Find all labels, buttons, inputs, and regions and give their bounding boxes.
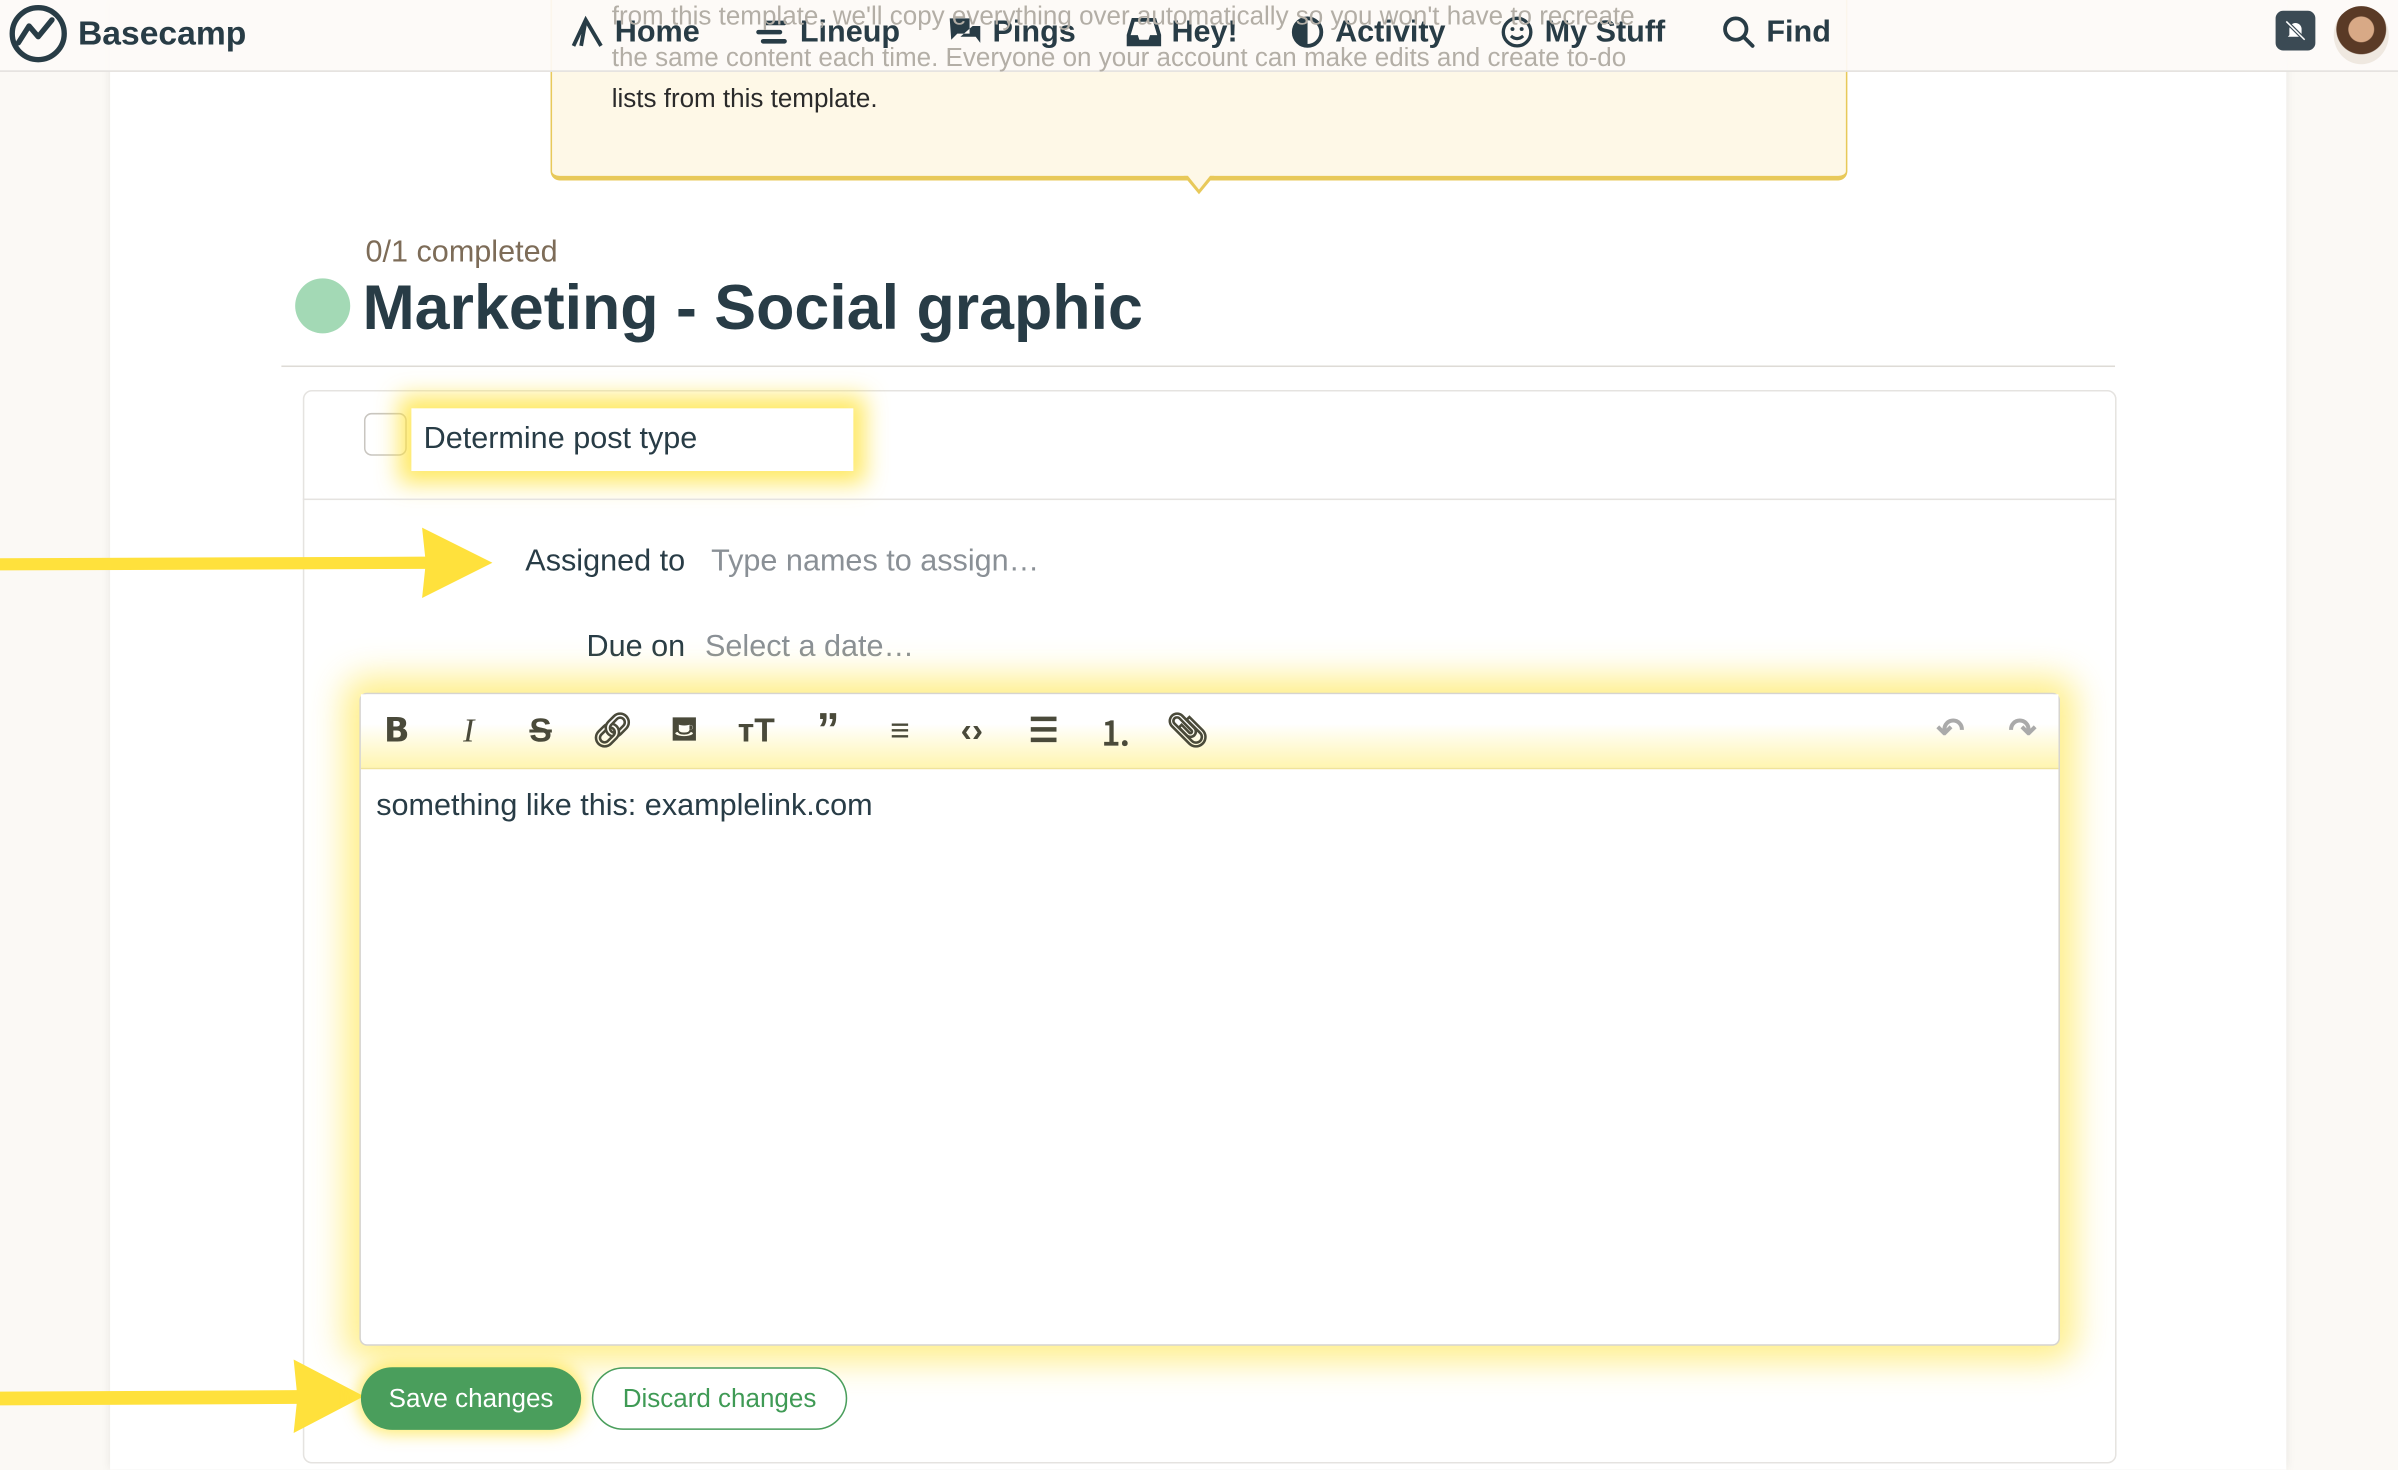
bold-button[interactable]: 𝗕: [361, 694, 433, 767]
avatar[interactable]: [2333, 6, 2389, 65]
nav-label: Hey!: [1171, 14, 1238, 49]
nav-label: Find: [1766, 14, 1831, 49]
activity-icon: [1291, 16, 1324, 48]
highlight-button[interactable]: ⛾: [648, 694, 720, 767]
heading-icon: ᴛT: [737, 711, 775, 750]
numbered-list-button[interactable]: ⒈: [1080, 694, 1152, 767]
divider-button[interactable]: ≡: [864, 694, 936, 767]
redo-button[interactable]: ↷: [1987, 694, 2059, 767]
bell-off-icon: [2284, 20, 2307, 42]
attach-button[interactable]: 📎︎: [1152, 694, 1224, 767]
link-button[interactable]: 🔗︎: [577, 694, 649, 767]
notifications-off-button[interactable]: [2275, 10, 2316, 51]
nav-lineup[interactable]: Lineup: [754, 14, 900, 51]
basecamp-logo-icon: [9, 4, 67, 63]
nav-label: My Stuff: [1544, 14, 1666, 49]
redo-icon: ↷: [2008, 711, 2037, 750]
quote-icon: ”: [816, 705, 840, 756]
assignee-input[interactable]: Type names to assign…: [711, 544, 1039, 579]
pings-icon: [949, 18, 981, 43]
divider: [302, 498, 2117, 501]
search-icon: [1723, 16, 1755, 48]
horizontal-rule-icon: ≡: [890, 711, 910, 750]
strikethrough-icon: S: [529, 711, 552, 750]
todo-checkbox[interactable]: [363, 412, 407, 456]
code-button[interactable]: ‹›: [936, 694, 1008, 767]
nav-pings[interactable]: Pings: [947, 14, 1076, 51]
progress-text: 0/1 completed: [365, 235, 558, 270]
heading-button[interactable]: ᴛT: [720, 694, 792, 767]
editor-toolbar: 𝗕 I S 🔗︎ ⛾ ᴛT ” ≡ ‹› ☰ ⒈ 📎︎ ↶ ↷: [360, 694, 2059, 770]
annotation-arrow: [0, 1359, 364, 1433]
save-changes-button[interactable]: Save changes: [360, 1367, 582, 1430]
italic-button[interactable]: I: [433, 694, 505, 767]
basecamp-logo[interactable]: Basecamp: [8, 3, 247, 64]
quote-button[interactable]: ”: [792, 694, 864, 767]
nav-find[interactable]: Find: [1720, 14, 1831, 51]
bullet-list-button[interactable]: ☰: [1008, 694, 1080, 767]
nav-home[interactable]: Home: [569, 14, 700, 51]
nav-activity[interactable]: Activity: [1289, 14, 1446, 51]
notes-content[interactable]: something like this: examplelink.com: [376, 789, 872, 824]
numbered-list-icon: ⒈: [1098, 714, 1133, 753]
hey-icon: [1126, 17, 1162, 47]
paperclip-icon: 📎︎: [1166, 711, 1209, 750]
due-label: Due on: [586, 630, 686, 664]
page-title: Marketing - Social graphic: [362, 272, 1143, 343]
list-status-dot: [295, 278, 351, 334]
nav-label: Lineup: [799, 14, 901, 49]
link-icon: 🔗︎: [591, 711, 634, 750]
italic-icon: I: [463, 711, 475, 750]
logo-text: Basecamp: [77, 13, 247, 52]
home-icon: [571, 15, 603, 47]
nav-hey[interactable]: Hey!: [1126, 14, 1238, 51]
bullet-list-icon: ☰: [1028, 711, 1059, 750]
lineup-icon: [756, 20, 787, 44]
undo-icon: ↶: [1936, 711, 1965, 750]
my-stuff-icon: [1501, 16, 1533, 48]
undo-button[interactable]: ↶: [1915, 694, 1987, 767]
code-icon: ‹›: [960, 711, 984, 750]
assigned-label: Assigned to: [525, 544, 686, 579]
paint-bucket-icon: ⛾: [670, 708, 699, 748]
nav-label: Home: [614, 14, 700, 49]
todo-title-input[interactable]: Determine post type: [411, 408, 854, 472]
tooltip-pointer-fill: [1186, 174, 1212, 190]
discard-changes-button[interactable]: Discard changes: [591, 1367, 848, 1430]
bold-icon: 𝗕: [384, 711, 410, 750]
notes-editor: 𝗕 I S 🔗︎ ⛾ ᴛT ” ≡ ‹› ☰ ⒈ 📎︎ ↶ ↷ somethin…: [359, 692, 2060, 1346]
strikethrough-button[interactable]: S: [505, 694, 577, 767]
nav-label: Pings: [992, 14, 1076, 49]
due-date-input[interactable]: Select a date…: [705, 630, 914, 665]
nav-my-stuff[interactable]: My Stuff: [1499, 14, 1666, 51]
divider: [281, 365, 2116, 368]
top-nav: Basecamp Home Lineup Pings Hey! Activity…: [0, 0, 2398, 72]
nav-label: Activity: [1335, 14, 1446, 49]
